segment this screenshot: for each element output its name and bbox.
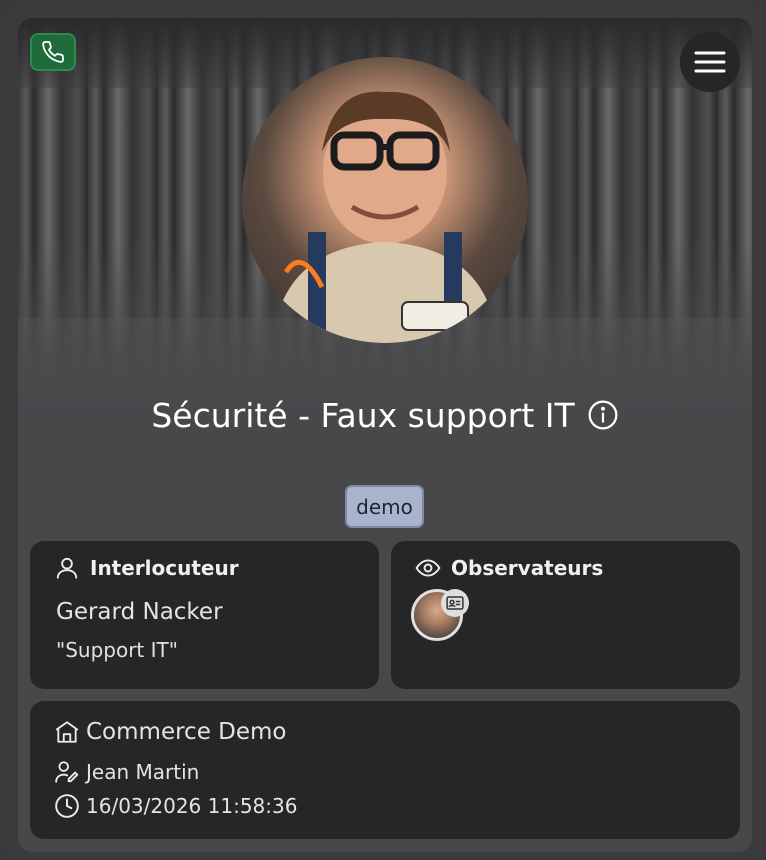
user-name: Jean Martin [86,760,200,784]
menu-button[interactable] [680,32,740,92]
datetime: 16/03/2026 11:58:36 [86,794,298,818]
info-icon[interactable] [587,399,619,431]
id-card-icon [446,596,464,610]
scenario-tag: demo [345,485,424,528]
scenario-card: Sécurité - Faux support IT demo Interloc… [4,4,762,856]
interlocutor-heading: Interlocuteur [90,556,239,580]
user-edit-icon [55,761,79,783]
phone-icon [42,41,64,63]
user-row: Jean Martin [54,759,199,785]
contact-role: "Support IT" [56,638,178,662]
building-icon [55,721,79,743]
contact-name: Gerard Nacker [56,599,223,625]
company-row: Commerce Demo [54,719,287,745]
company-name: Commerce Demo [86,719,287,745]
details-panel: Commerce Demo Jean Martin 16/03/2026 11:… [30,701,740,839]
scenario-title-row: Sécurité - Faux support IT [18,390,752,440]
observers-panel: Observateurs [391,541,740,689]
scenario-title: Sécurité - Faux support IT [151,395,575,435]
datetime-row: 16/03/2026 11:58:36 [54,793,297,819]
card-inner: Sécurité - Faux support IT demo Interloc… [18,18,752,852]
hamburger-menu-icon [694,51,726,73]
call-button[interactable] [30,33,76,71]
clock-icon [55,794,79,818]
observers-heading-row: Observateurs [415,555,603,581]
interlocutor-panel: Interlocuteur Gerard Nacker "Support IT" [30,541,379,689]
observer-badge [441,589,469,617]
observers-heading: Observateurs [451,556,604,580]
user-icon [56,557,78,579]
eye-icon [415,559,441,577]
interlocutor-heading-row: Interlocuteur [54,555,239,581]
contact-portrait [242,57,528,343]
